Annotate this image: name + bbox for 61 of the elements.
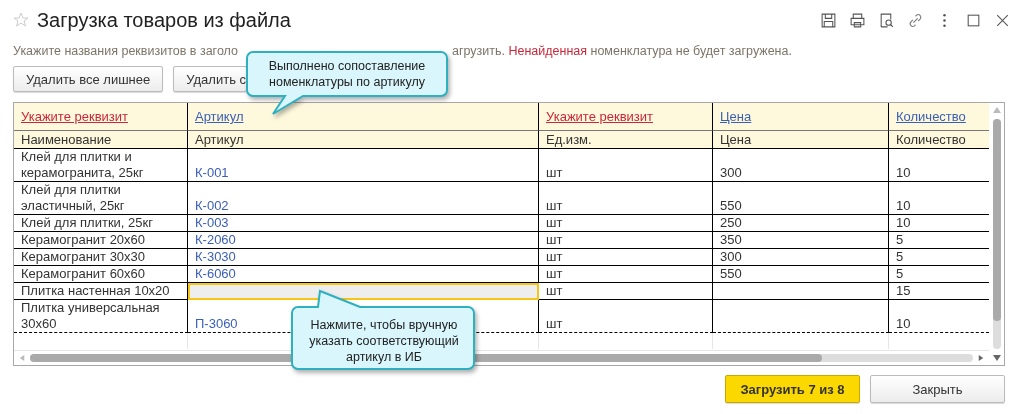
table-cell: 350 — [720, 232, 742, 248]
table-cell-text: Плитка универсальная 30x60 — [21, 300, 161, 332]
table-cell: 5 — [896, 232, 904, 248]
table-cell: 5 — [896, 249, 904, 265]
table-cell[interactable]: К-3030 — [195, 249, 236, 265]
table-cell: Керамогранит 60x60 — [21, 266, 146, 282]
column-link[interactable]: Артикул — [195, 109, 244, 124]
table-cell: шт — [546, 316, 563, 332]
callout-text: Нажмите, чтобы вручную указать соответствующий артикул в ИБ — [308, 317, 460, 365]
table-cell: шт — [546, 232, 563, 248]
table-cell: 300 — [720, 165, 742, 181]
print-icon[interactable] — [849, 11, 866, 29]
table-cell[interactable]: К-2060 — [195, 232, 236, 248]
table-cell: Керамогранит 30x30 — [21, 249, 146, 265]
table-cell: 10 — [896, 215, 911, 231]
table-cell[interactable]: К-002 — [195, 198, 229, 214]
column-header: Цена — [720, 132, 752, 147]
preview-icon[interactable] — [878, 11, 895, 29]
column-header: Количество — [896, 132, 966, 147]
table-cell: 10 — [896, 198, 911, 214]
table-cell: Плитка настенная 10x20 — [21, 283, 170, 299]
table-cell: 550 — [720, 266, 742, 282]
hint-text: Укажите названия реквизитов в заголо — [13, 44, 238, 58]
table-cell-text: Клей для плитки и керамогранита, 25кг — [21, 149, 145, 181]
column-header: Наименование — [21, 132, 112, 147]
table-cell: 550 — [720, 198, 742, 214]
callout-text: Выполнено сопоставление номенклатуры по артикулу — [267, 58, 427, 90]
table-cell: шт — [546, 283, 563, 299]
load-button[interactable]: Загрузить 7 из 8 — [725, 375, 860, 403]
column-header: Артикул — [195, 132, 244, 147]
toolbar-button[interactable]: Удалить все лишнее — [13, 66, 164, 92]
scroll-down-icon[interactable] — [992, 355, 1001, 361]
table-cell: 15 — [896, 283, 911, 299]
table-cell: Клей для плитки, 25кг — [21, 215, 153, 231]
selected-cell[interactable] — [188, 283, 539, 300]
table-cell: 10 — [896, 165, 911, 181]
table-cell: 250 — [720, 215, 742, 231]
toolbar-button[interactable]: Удалить с — [173, 66, 247, 92]
close-button[interactable]: Закрыть — [870, 375, 1005, 403]
scroll-right-icon[interactable] — [977, 355, 985, 361]
table-cell: шт — [546, 165, 563, 181]
table-cell: 300 — [720, 249, 742, 265]
table-cell: шт — [546, 215, 563, 231]
save-icon[interactable] — [820, 11, 837, 29]
table-cell: Керамогранит 20x60 — [21, 232, 146, 248]
hint-text: агрузить. Ненайденная номенклатура не будет загружена. — [451, 44, 792, 58]
table-cell[interactable]: К-6060 — [195, 266, 236, 282]
table-cell: 5 — [896, 266, 904, 282]
table-cell: 10 — [896, 316, 911, 332]
link-icon[interactable] — [907, 11, 924, 29]
favorite-star-icon[interactable] — [13, 12, 29, 28]
table-cell: шт — [546, 266, 563, 282]
table-cell: шт — [546, 249, 563, 265]
table-cell-text: Клей для плитки эластичный, 25кг — [21, 182, 126, 214]
column-link[interactable]: Цена — [720, 109, 752, 124]
window-title: Загрузка товаров из файла — [37, 8, 292, 32]
table-cell[interactable]: К-003 — [195, 215, 229, 231]
table-cell: шт — [546, 198, 563, 214]
table-cell[interactable]: П-3060 — [195, 316, 238, 332]
column-header: Ед.изм. — [546, 132, 592, 147]
table-cell[interactable]: К-001 — [195, 165, 229, 181]
